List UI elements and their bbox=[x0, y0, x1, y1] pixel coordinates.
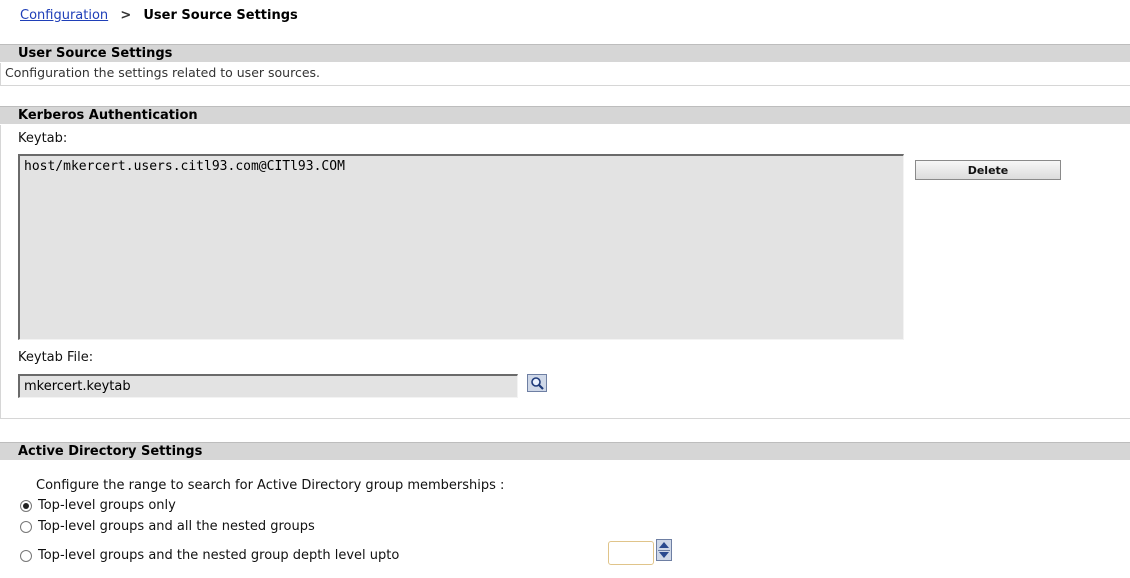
keytab-entry[interactable]: host/mkercert.users.citl93.com@CITl93.CO… bbox=[24, 159, 345, 174]
radio-label: Top-level groups and all the nested grou… bbox=[38, 519, 315, 534]
spinner-up-icon[interactable] bbox=[659, 542, 669, 548]
user-source-panel: Configuration the settings related to us… bbox=[0, 63, 1130, 86]
breadcrumb-current: User Source Settings bbox=[143, 8, 298, 23]
user-source-header: User Source Settings bbox=[0, 44, 1130, 62]
kerberos-header: Kerberos Authentication bbox=[0, 106, 1130, 124]
radio-option-nested-depth[interactable]: Top-level groups and the nested group de… bbox=[20, 548, 399, 563]
magnifier-icon bbox=[528, 376, 546, 395]
user-source-title: User Source Settings bbox=[18, 46, 173, 61]
spinner-divider bbox=[658, 550, 670, 551]
radio-button[interactable] bbox=[20, 549, 32, 562]
keytab-label: Keytab: bbox=[18, 131, 68, 146]
radio-option-top-level-only[interactable]: Top-level groups only bbox=[20, 498, 176, 513]
browse-file-button[interactable] bbox=[527, 374, 547, 392]
depth-level-input[interactable] bbox=[608, 541, 654, 565]
kerberos-title: Kerberos Authentication bbox=[18, 108, 198, 123]
keytab-file-field[interactable]: mkercert.keytab bbox=[18, 374, 518, 398]
breadcrumb-separator: > bbox=[120, 8, 132, 23]
spinner-down-icon[interactable] bbox=[659, 552, 669, 558]
active-directory-prompt: Configure the range to search for Active… bbox=[36, 478, 505, 493]
active-directory-title: Active Directory Settings bbox=[18, 444, 203, 459]
depth-spinner[interactable] bbox=[656, 539, 672, 561]
radio-button[interactable] bbox=[20, 520, 32, 533]
breadcrumb-link-configuration[interactable]: Configuration bbox=[20, 8, 108, 23]
radio-label: Top-level groups only bbox=[38, 498, 176, 513]
active-directory-header: Active Directory Settings bbox=[0, 442, 1130, 460]
user-source-description: Configuration the settings related to us… bbox=[5, 65, 320, 80]
radio-label: Top-level groups and the nested group de… bbox=[38, 548, 400, 563]
keytab-file-label: Keytab File: bbox=[18, 350, 94, 365]
breadcrumb: Configuration > User Source Settings bbox=[20, 8, 298, 23]
delete-button[interactable]: Delete bbox=[915, 160, 1061, 180]
radio-button[interactable] bbox=[20, 499, 32, 512]
keytab-listbox[interactable]: host/mkercert.users.citl93.com@CITl93.CO… bbox=[18, 154, 904, 340]
radio-option-all-nested[interactable]: Top-level groups and all the nested grou… bbox=[20, 519, 315, 534]
